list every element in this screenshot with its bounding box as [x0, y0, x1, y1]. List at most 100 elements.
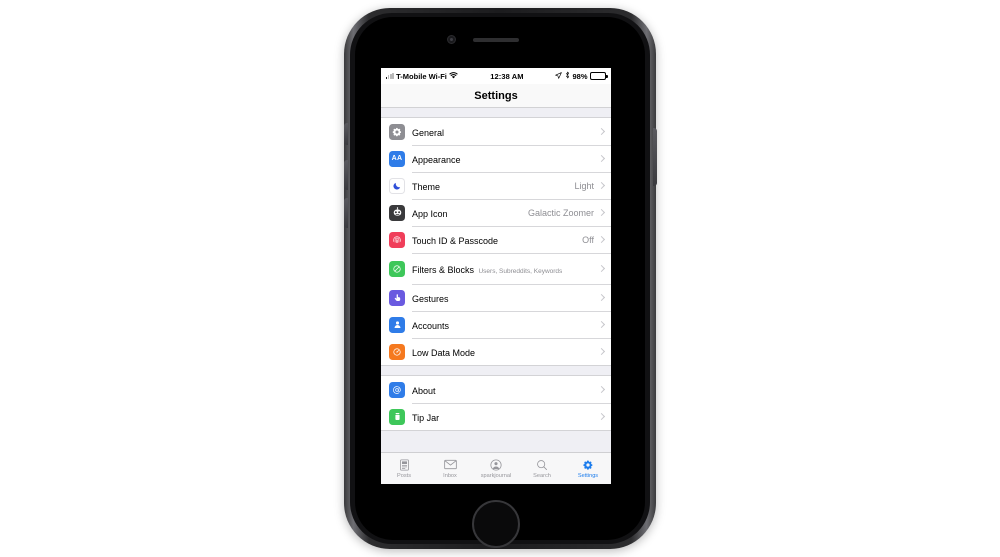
tab-bar[interactable]: Posts Inbox sparkjournal Search Settings — [381, 452, 611, 484]
tab-label: Settings — [577, 473, 599, 479]
settings-row-label: Tip Jar — [412, 412, 440, 423]
status-bar-clock: 12:38 AM — [490, 71, 524, 81]
row-text: Appearance — [412, 150, 599, 168]
chevron-right-icon — [597, 127, 606, 136]
settings-row-label: General — [412, 127, 445, 138]
screenshot-canvas: T-Mobile Wi-Fi 12:38 AM 98% Settings Gen… — [0, 0, 1000, 557]
settings-list[interactable]: General AA Appearance Theme Light App Ic… — [381, 108, 611, 452]
phone-screen: T-Mobile Wi-Fi 12:38 AM 98% Settings Gen… — [381, 68, 611, 484]
chevron-right-icon — [597, 154, 606, 163]
settings-row-label: Accounts — [412, 320, 450, 331]
person-icon — [389, 316, 405, 333]
row-text: Low Data Mode — [412, 343, 599, 361]
block-icon — [389, 260, 405, 277]
settings-row-touch-id-passcode[interactable]: Touch ID & Passcode Off — [381, 226, 611, 253]
settings-row-gestures[interactable]: Gestures — [381, 284, 611, 311]
chevron-right-icon — [597, 264, 606, 273]
row-text: About — [412, 381, 599, 399]
settings-row-value: Off — [582, 234, 594, 245]
power-button[interactable] — [653, 128, 657, 186]
row-text: Tip Jar — [412, 408, 599, 426]
settings-row-value: Light — [574, 180, 594, 191]
hand-tap-icon — [389, 289, 405, 306]
chevron-right-icon — [597, 320, 606, 329]
location-arrow-icon — [555, 71, 563, 81]
wifi-icon — [449, 71, 459, 81]
front-camera-lens-icon — [450, 38, 453, 41]
row-text: Theme — [412, 177, 574, 195]
tab-search[interactable]: Search — [519, 457, 565, 480]
status-bar-right: 98% — [555, 71, 608, 81]
row-text: Touch ID & Passcode — [412, 231, 582, 249]
tab-label: Posts — [397, 473, 411, 479]
chevron-right-icon — [597, 181, 606, 190]
gear-icon — [582, 457, 594, 472]
chevron-right-icon — [597, 385, 606, 394]
text-size-icon: AA — [389, 150, 405, 167]
nav-bar: Settings — [381, 84, 611, 108]
settings-row-filters-blocks[interactable]: Filters & Blocks Users, Subreddits, Keyw… — [381, 253, 611, 284]
gauge-icon — [389, 343, 405, 360]
settings-row-tip-jar[interactable]: Tip Jar — [381, 403, 611, 430]
settings-group-secondary: About Tip Jar — [381, 375, 611, 431]
tab-label: sparkjournal — [480, 473, 512, 479]
fingerprint-icon — [389, 231, 405, 248]
at-sign-icon — [389, 381, 405, 398]
chevron-right-icon — [597, 412, 606, 421]
list-top-spacer — [381, 108, 611, 117]
settings-row-app-icon[interactable]: App Icon Galactic Zoomer — [381, 199, 611, 226]
settings-row-about[interactable]: About — [381, 376, 611, 403]
row-text: General — [412, 123, 599, 141]
settings-row-accounts[interactable]: Accounts — [381, 311, 611, 338]
settings-row-label: Touch ID & Passcode — [412, 235, 499, 246]
battery-icon — [590, 72, 608, 80]
volume-up-button[interactable] — [344, 160, 348, 190]
settings-row-label: About — [412, 385, 436, 396]
settings-group-primary: General AA Appearance Theme Light App Ic… — [381, 117, 611, 366]
page-title: Settings — [474, 89, 518, 102]
robot-icon — [389, 204, 405, 221]
settings-row-label: Gestures — [412, 293, 449, 304]
envelope-icon — [443, 457, 457, 472]
tab-sparkjournal[interactable]: sparkjournal — [473, 457, 519, 480]
row-text: Filters & Blocks Users, Subreddits, Keyw… — [412, 260, 599, 278]
moon-icon — [389, 177, 405, 194]
home-button[interactable] — [472, 500, 520, 548]
settings-row-theme[interactable]: Theme Light — [381, 172, 611, 199]
posts-icon — [399, 457, 410, 472]
volume-down-button[interactable] — [344, 198, 348, 228]
bluetooth-icon — [565, 71, 570, 81]
list-group-spacer — [381, 366, 611, 375]
settings-row-low-data-mode[interactable]: Low Data Mode — [381, 338, 611, 365]
settings-row-label: Filters & Blocks — [412, 264, 475, 275]
chevron-right-icon — [597, 293, 606, 302]
magnifier-icon — [536, 457, 548, 472]
earpiece-speaker — [473, 38, 519, 42]
tab-settings[interactable]: Settings — [565, 457, 611, 480]
battery-percent-label: 98% — [572, 71, 588, 81]
tab-posts[interactable]: Posts — [381, 457, 427, 480]
gear-icon — [389, 123, 405, 140]
settings-row-general[interactable]: General — [381, 118, 611, 145]
chevron-right-icon — [597, 235, 606, 244]
carrier-label: T-Mobile Wi-Fi — [396, 71, 447, 81]
tab-label: Inbox — [443, 473, 457, 479]
account-circle-icon — [490, 457, 502, 472]
chevron-right-icon — [597, 347, 606, 356]
row-text: Gestures — [412, 289, 599, 307]
row-text: Accounts — [412, 316, 599, 334]
tab-inbox[interactable]: Inbox — [427, 457, 473, 480]
mute-switch[interactable] — [344, 123, 348, 145]
chevron-right-icon — [597, 208, 606, 217]
settings-row-label: Appearance — [412, 154, 461, 165]
settings-row-label: App Icon — [412, 208, 448, 219]
status-bar-left: T-Mobile Wi-Fi — [386, 71, 459, 81]
settings-row-appearance[interactable]: AA Appearance — [381, 145, 611, 172]
status-bar: T-Mobile Wi-Fi 12:38 AM 98% — [381, 68, 611, 84]
settings-row-label: Low Data Mode — [412, 347, 476, 358]
row-text: App Icon — [412, 204, 528, 222]
settings-row-label: Theme — [412, 181, 441, 192]
jar-icon — [389, 408, 405, 425]
cellular-signal-icon — [386, 73, 394, 79]
tab-label: Search — [533, 473, 551, 479]
